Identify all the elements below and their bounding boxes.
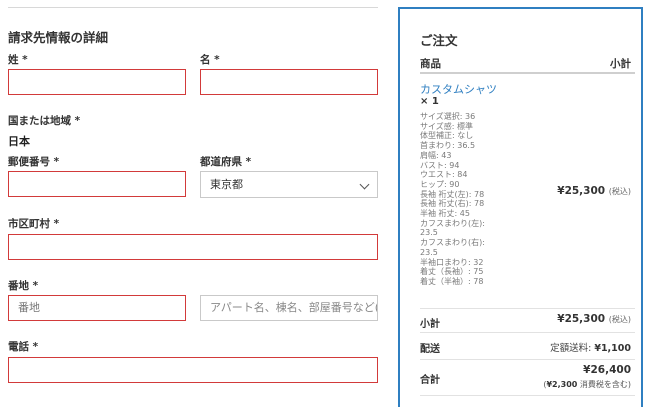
header-divider: [420, 72, 635, 74]
chevron-down-icon: [359, 179, 370, 190]
col-product-header: 商品: [420, 58, 441, 70]
shipping-value: ¥1,100: [594, 343, 631, 354]
first-name-label: 名 *: [200, 54, 220, 66]
spec-line: サイズ選択: 36: [420, 112, 476, 121]
spec-line: サイズ感: 標準: [420, 121, 473, 131]
spec-line: 半袖 裄丈: 45: [420, 209, 470, 219]
phone-label: 電話 *: [8, 341, 39, 353]
product-price-value: ¥25,300: [557, 185, 606, 197]
last-name-label: 姓 *: [8, 54, 28, 66]
total-label: 合計: [420, 375, 440, 386]
spec-line: 着丈（半袖）: 78: [420, 276, 484, 286]
shipping-method: 定額送料: ¥1,100: [550, 340, 631, 354]
city-input[interactable]: [8, 234, 378, 260]
bottom-divider: [420, 395, 635, 396]
product-link[interactable]: カスタムシャツ: [420, 81, 497, 97]
order-title: ご注文: [420, 33, 458, 48]
shipping-divider: [420, 332, 635, 333]
spec-line: ウエスト: 84: [420, 170, 468, 180]
spec-line: 肩幅: 43: [420, 150, 452, 160]
postcode-label: 郵便番号 *: [8, 156, 60, 168]
spec-line: 長袖 裄丈(左): 78: [420, 189, 485, 199]
country-value: 日本: [8, 135, 30, 148]
postcode-input[interactable]: [8, 171, 186, 197]
order-summary-panel: ご注文 商品 小計 カスタムシャツ × 1 サイズ選択: 36 サイズ感: 標準…: [398, 7, 643, 407]
address-line2-input[interactable]: アパート名、棟名、部屋番号など(: [200, 295, 378, 321]
spec-line: 半袖口まわり: 32: [420, 257, 484, 267]
total-divider: [420, 359, 635, 360]
spec-line: カフスまわり(右):: [420, 238, 485, 248]
prefecture-label: 都道府県 *: [200, 156, 252, 168]
city-label: 市区町村 *: [8, 218, 60, 230]
country-label: 国または地域 *: [8, 115, 81, 127]
spec-line: ヒップ: 90: [420, 179, 460, 189]
spec-line: 体型補正: なし: [420, 131, 474, 141]
last-name-input[interactable]: [8, 69, 186, 95]
spec-line: カフスまわり(左):: [420, 218, 485, 228]
tax-included-note: (¥2,300 消費税を含む): [543, 379, 631, 390]
first-name-input[interactable]: [200, 69, 378, 95]
spec-line: 首まわり: 36.5: [420, 141, 476, 151]
billing-title: 請求先情報の詳細: [8, 30, 109, 45]
shipping-label: 配送: [420, 344, 440, 355]
subtotal-divider: [420, 308, 635, 309]
total-value: ¥26,400: [583, 364, 631, 376]
shipping-text: 定額送料:: [550, 343, 592, 354]
product-price: ¥25,300 (税込): [557, 185, 631, 197]
col-subtotal-header: 小計: [610, 58, 631, 70]
tax-amount: ¥2,300: [546, 380, 578, 389]
prefecture-selected-value: 東京都: [210, 178, 243, 191]
top-divider: [8, 7, 378, 8]
subtotal-amount: ¥25,300 (税込): [557, 313, 631, 325]
product-specs: サイズ選択: 36 サイズ感: 標準 体型補正: なし 首まわり: 36.5 肩…: [420, 112, 530, 287]
spec-line: 着丈（長袖）: 75: [420, 267, 484, 277]
prefecture-select[interactable]: 東京都: [200, 171, 378, 198]
spec-line: 23.5: [420, 228, 438, 238]
spec-line: バスト: 94: [420, 160, 460, 170]
tax-note-close: 消費税を含む): [577, 380, 631, 389]
address-label: 番地 *: [8, 280, 39, 292]
subtotal-value: ¥25,300: [557, 313, 606, 325]
phone-input[interactable]: [8, 357, 378, 383]
address-line1-input[interactable]: 番地: [8, 295, 186, 321]
subtotal-label: 小計: [420, 319, 440, 330]
spec-line: 長袖 裄丈(右): 78: [420, 199, 485, 209]
spec-line: 23.5: [420, 247, 438, 257]
product-tax-note: (税込): [608, 187, 631, 196]
subtotal-tax-note: (税込): [608, 315, 631, 324]
product-quantity: × 1: [420, 96, 439, 107]
